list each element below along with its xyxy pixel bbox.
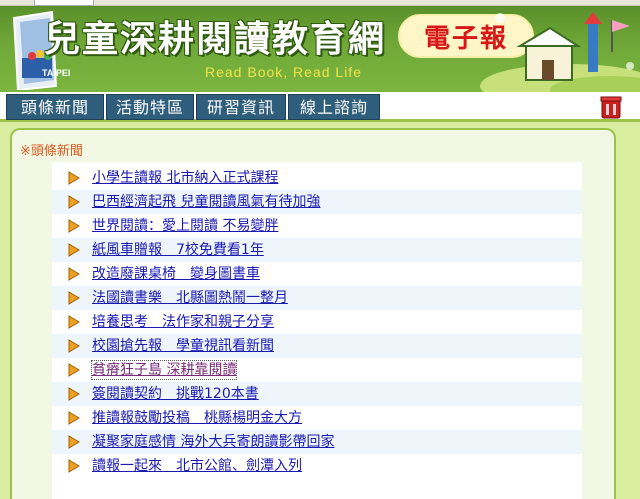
bullet-arrow-icon — [68, 195, 80, 209]
headline-item: 培養思考 法作家和親子分享 — [52, 310, 582, 334]
headline-link[interactable]: 讀報一起來 北市公館、劍潭入列 — [92, 457, 302, 475]
headline-item: 推讀報鼓勵投稿 桃縣楊明金大方 — [52, 406, 582, 430]
bullet-arrow-icon — [68, 171, 80, 185]
headline-link[interactable]: 改造廢課桌椅 變身圖書車 — [92, 265, 260, 283]
house-illustration-icon — [480, 12, 640, 92]
bullet-arrow-icon — [68, 219, 80, 233]
headline-link[interactable]: 校園搶先報 學童視訊看新聞 — [92, 337, 274, 355]
bullet-arrow-icon — [68, 387, 80, 401]
headline-item: 貧瘠狂子島 深耕靠閱讀 — [52, 358, 582, 382]
site-slogan: Read Book, Read Life — [205, 64, 362, 80]
site-title: 兒童深耕閱讀教育網 — [44, 18, 387, 60]
headline-item: 簽閱讀契約 挑戰120本書 — [52, 382, 582, 406]
page: 兒童深耕閱讀教育網 TAIPEI Read Book, Read Life 電子… — [0, 0, 640, 499]
headline-item: 巴西經濟起飛 兒童閱讀風氣有待加強 — [52, 190, 582, 214]
bullet-arrow-icon — [68, 315, 80, 329]
main-nav: 頭條新聞 活動特區 研習資訊 線上諮詢 — [0, 92, 640, 122]
headline-item: 讀報一起來 北市公館、劍潭入列 — [52, 454, 582, 478]
headline-link[interactable]: 推讀報鼓勵投稿 桃縣楊明金大方 — [92, 409, 302, 427]
bullet-arrow-icon — [68, 339, 80, 353]
headline-link[interactable]: 紙風車贈報 7校免費看1年 — [92, 241, 264, 259]
headline-item: 法國讀書樂 北縣圖熱鬧一整月 — [52, 286, 582, 310]
headlines-panel: ※頭條新聞 小學生讀報 北市納入正式課程巴西經濟起飛 兒童閱讀風氣有待加強 世界閱… — [10, 128, 616, 499]
headline-item: 紙風車贈報 7校免費看1年 — [52, 238, 582, 262]
headline-link[interactable]: 世界閱讀：愛上閱讀 不易變胖 — [92, 217, 278, 235]
nav-consult[interactable]: 線上諮詢 — [288, 94, 380, 120]
headline-item: 小學生讀報 北市納入正式課程 — [52, 166, 582, 190]
headline-item: 世界閱讀：愛上閱讀 不易變胖 — [52, 214, 582, 238]
bullet-arrow-icon — [68, 411, 80, 425]
bullet-arrow-icon — [68, 363, 80, 377]
nav-headlines[interactable]: 頭條新聞 — [6, 94, 104, 120]
headline-link[interactable]: 法國讀書樂 北縣圖熱鬧一整月 — [92, 289, 288, 307]
headline-link[interactable]: 簽閱讀契約 挑戰120本書 — [92, 385, 259, 403]
nav-training[interactable]: 研習資訊 — [196, 94, 286, 120]
headline-item: 改造廢課桌椅 變身圖書車 — [52, 262, 582, 286]
bullet-arrow-icon — [68, 267, 80, 281]
headline-link[interactable]: 貧瘠狂子島 深耕靠閱讀 — [90, 360, 238, 380]
site-banner: 兒童深耕閱讀教育網 TAIPEI Read Book, Read Life 電子… — [0, 6, 640, 92]
taipei-logo-label: TAIPEI — [42, 68, 71, 78]
headline-list: 小學生讀報 北市納入正式課程巴西經濟起飛 兒童閱讀風氣有待加強 世界閱讀：愛上閱讀… — [52, 162, 582, 499]
content-area: ※頭條新聞 小學生讀報 北市納入正式課程巴西經濟起飛 兒童閱讀風氣有待加強 世界閱… — [0, 122, 640, 499]
headline-item: 校園搶先報 學童視訊看新聞 — [52, 334, 582, 358]
bullet-arrow-icon — [68, 459, 80, 473]
bullet-arrow-icon — [68, 435, 80, 449]
bullet-arrow-icon — [68, 243, 80, 257]
headline-link[interactable]: 巴西經濟起飛 兒童閱讀風氣有待加強 — [92, 193, 320, 211]
headline-link[interactable]: 培養思考 法作家和親子分享 — [92, 313, 274, 331]
bullet-arrow-icon — [68, 291, 80, 305]
nav-activities[interactable]: 活動特區 — [106, 94, 194, 120]
headline-link[interactable]: 凝聚家庭感情 海外大兵寄朗讀影帶回家 — [92, 433, 334, 451]
headline-item: 凝聚家庭感情 海外大兵寄朗讀影帶回家 — [52, 430, 582, 454]
headline-link[interactable]: 小學生讀報 北市納入正式課程 — [92, 169, 278, 187]
recycle-bin-icon[interactable] — [598, 94, 624, 120]
section-title: ※頭條新聞 — [20, 144, 83, 159]
